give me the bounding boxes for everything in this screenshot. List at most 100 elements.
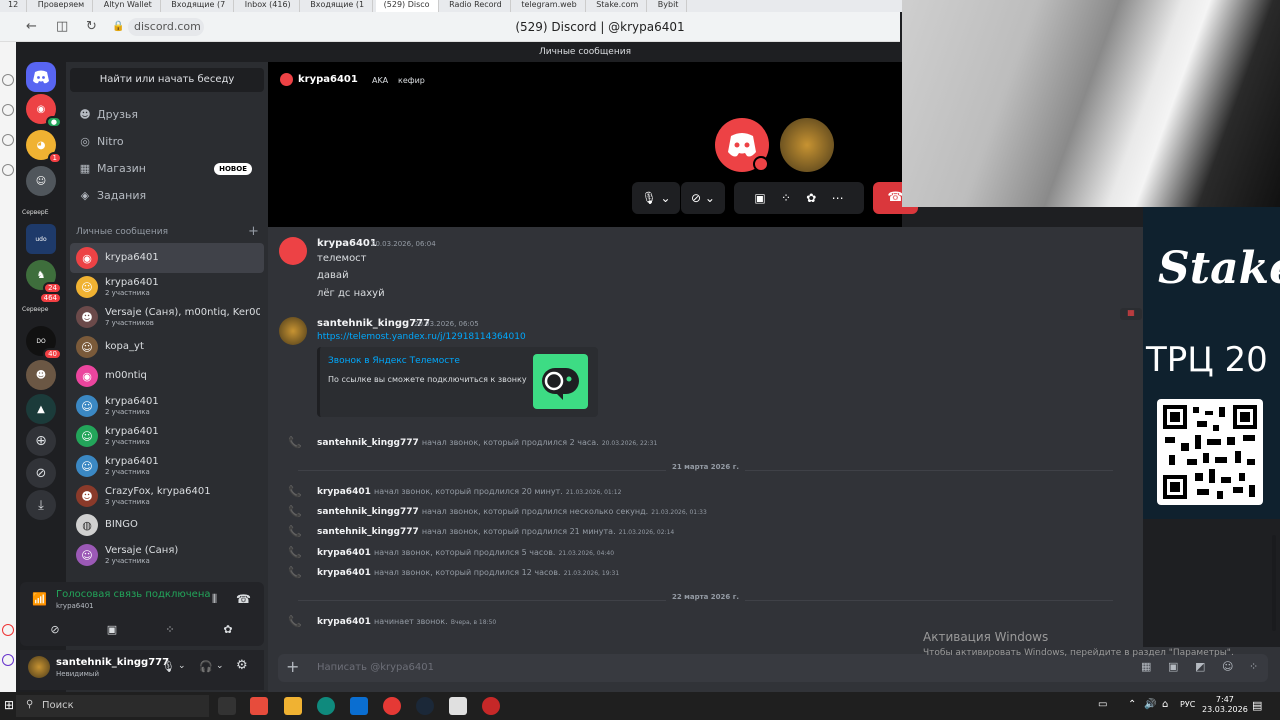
recorder-icon[interactable] [482, 697, 500, 715]
noise-suppression-icon[interactable]: ⫴ [212, 592, 217, 607]
call-username[interactable]: krypa6401 [298, 74, 358, 85]
server-icon[interactable]: DO 40 [26, 326, 62, 360]
language-indicator[interactable]: РУС [1180, 700, 1195, 709]
telemost-logo-icon[interactable] [533, 354, 588, 409]
steam-icon[interactable] [416, 697, 434, 715]
call-author[interactable]: santehnik_kingg777 [317, 527, 419, 537]
dm-item[interactable]: ☺ Versaje (Саня) 2 участника [70, 540, 264, 570]
browser-tab[interactable]: Входящие (7 [163, 0, 235, 12]
discord-home-icon[interactable] [26, 62, 56, 92]
edge-icon[interactable] [317, 697, 335, 715]
tray-up-icon[interactable]: ⌃ [1128, 699, 1136, 710]
camera-toggle-button[interactable]: ⊘ ⌄ [681, 182, 725, 214]
yandex-browser-icon[interactable] [449, 697, 467, 715]
browser-tab[interactable]: Проверяем [30, 0, 94, 12]
activities-icon[interactable]: ⁘ [781, 191, 791, 205]
dm-item[interactable]: ☻ CrazyFox, krypa6401 3 участника [70, 481, 264, 511]
attach-plus-icon[interactable]: + [286, 657, 299, 676]
embed-title[interactable]: Звонок в Яндекс Телемосте [328, 356, 460, 366]
clock[interactable]: 7:47 23.03.2026 [1202, 695, 1248, 715]
gif-icon[interactable]: ▣ [1168, 660, 1178, 673]
mic-toggle-button[interactable]: 🎙 ⌄ [632, 182, 680, 214]
browser-tab-active[interactable]: (529) Disco [375, 0, 439, 12]
headphones-icon[interactable]: 🎧 [199, 660, 213, 673]
call-author[interactable]: santehnik_kingg777 [317, 438, 419, 448]
dm-item[interactable]: ☺ krypa6401 2 участника [70, 421, 264, 451]
server-icon[interactable]: ☺ [26, 166, 56, 196]
download-icon[interactable]: ⤓ [26, 490, 56, 520]
nav-shop[interactable]: ▦ Магазин НОВОЕ [70, 156, 264, 182]
dm-item[interactable]: ◉ krypa6401 [70, 243, 264, 273]
browser-tab[interactable]: Bybit [650, 0, 688, 12]
screen-share-icon[interactable]: ▣ [92, 620, 132, 640]
server-icon[interactable]: ☻ [26, 360, 56, 390]
emoji-icon[interactable]: ☺ [1222, 660, 1233, 673]
voice-status[interactable]: Голосовая связь подключена [56, 589, 211, 600]
microphone-icon[interactable]: 🎙 [161, 660, 175, 673]
browser-tab[interactable]: 12 [0, 0, 28, 12]
sidebar-app-icon[interactable] [2, 134, 14, 146]
apps-icon[interactable]: ⁘ [1249, 660, 1258, 673]
browser-tab[interactable]: telegram.web [513, 0, 586, 12]
mail-icon[interactable] [350, 697, 368, 715]
dm-item[interactable]: ◉ m00ntiq [70, 361, 264, 391]
message-input-placeholder[interactable]: Написать @krypa6401 [317, 662, 434, 673]
soundboard-icon[interactable]: ✿ [806, 191, 816, 205]
sidebar-app-icon[interactable] [2, 624, 14, 636]
avatar[interactable] [28, 656, 50, 678]
sidebar-app-icon[interactable] [2, 104, 14, 116]
dm-item[interactable]: ◍ BINGO [70, 510, 264, 540]
message-link[interactable]: https://telemost.yandex.ru/j/12918114364… [317, 332, 526, 342]
store-icon[interactable] [250, 697, 268, 715]
disconnect-icon[interactable]: ☎ [236, 592, 251, 606]
keyboard-icon[interactable]: ▭ [1098, 699, 1107, 710]
more-icon[interactable]: ⋯ [832, 191, 844, 205]
sidebar-app-icon[interactable] [2, 164, 14, 176]
dm-item[interactable]: ☺ krypa6401 2 участника [70, 272, 264, 302]
network-icon[interactable]: ⌂ [1162, 699, 1168, 710]
avatar[interactable] [279, 237, 307, 265]
server-icon[interactable]: ◕ 1 [26, 130, 62, 164]
browser-tab[interactable]: Входящие (1 [302, 0, 374, 12]
task-view-icon[interactable] [218, 697, 236, 715]
gift-icon[interactable]: ▦ [1141, 660, 1151, 673]
call-author[interactable]: krypa6401 [317, 617, 371, 627]
volume-icon[interactable]: 🔊 [1144, 699, 1156, 710]
chat-scrollbar[interactable] [1272, 535, 1276, 631]
activities-icon[interactable]: ⁘ [150, 620, 190, 640]
chevron-down-icon[interactable]: ⌄ [178, 661, 186, 671]
screen-share-icon[interactable]: ▣ [754, 191, 765, 205]
sticker-icon[interactable]: ◩ [1195, 660, 1205, 673]
search-conversation-button[interactable]: Найти или начать беседу [70, 68, 264, 92]
add-server-icon[interactable]: ⊕ [26, 426, 56, 456]
dm-item[interactable]: ☻ Versaje (Саня), m00ntiq, Ker00... 7 учас… [70, 302, 264, 332]
browser-tab[interactable]: Radio Record [441, 0, 511, 12]
settings-gear-icon[interactable]: ⚙ [236, 658, 248, 673]
browser-tab[interactable]: Stake.com [588, 0, 648, 12]
soundboard-icon[interactable]: ✿ [208, 620, 248, 640]
message-author[interactable]: krypa6401 [317, 238, 377, 249]
sidebar-app-icon[interactable] [2, 654, 14, 666]
server-icon[interactable]: udo [26, 224, 56, 254]
dm-item[interactable]: ☺ krypa6401 2 участника [70, 391, 264, 421]
participant-tile[interactable] [715, 118, 769, 172]
taskbar-search[interactable]: Поиск [16, 695, 209, 717]
nav-quests[interactable]: ◈ Задания [70, 183, 264, 209]
participant-tile[interactable] [780, 118, 834, 172]
server-icon[interactable]: ♞ 24 464 [26, 260, 62, 304]
dm-avatar-icon[interactable]: ◉ ● [26, 94, 62, 128]
call-author[interactable]: santehnik_kingg777 [317, 507, 419, 517]
nav-friends[interactable]: ☻ Друзья [70, 102, 264, 128]
yandex-icon[interactable] [383, 697, 401, 715]
username[interactable]: santehnik_kingg777 [56, 657, 169, 668]
message-hover-toolbar[interactable]: ▦ [1120, 308, 1142, 320]
explorer-icon[interactable] [284, 697, 302, 715]
browser-tab[interactable]: Altyn Wallet [96, 0, 161, 12]
server-icon[interactable]: ▲ [26, 394, 56, 424]
discover-icon[interactable]: ⊘ [26, 458, 56, 488]
start-icon[interactable]: ⊞ [4, 698, 14, 712]
call-author[interactable]: krypa6401 [317, 548, 371, 558]
dm-item[interactable]: ☺ kopa_yt [70, 332, 264, 362]
chevron-down-icon[interactable]: ⌄ [216, 661, 224, 671]
nav-nitro[interactable]: ◎ Nitro [70, 129, 264, 155]
